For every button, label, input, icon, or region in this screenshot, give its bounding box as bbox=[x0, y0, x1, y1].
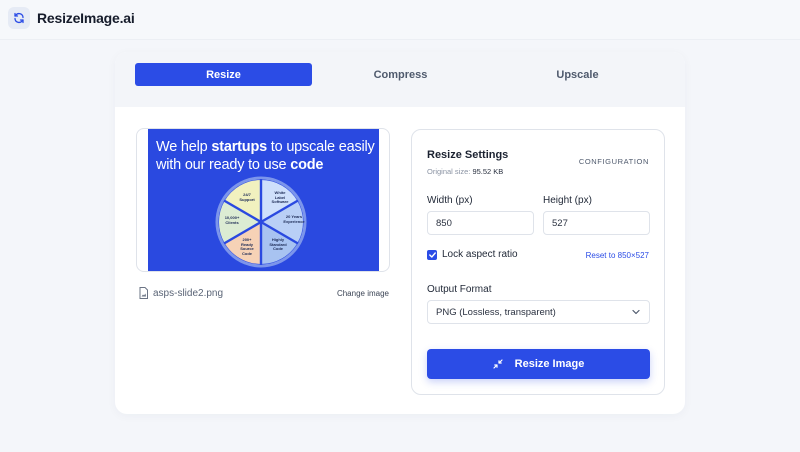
shrink-icon bbox=[493, 359, 503, 369]
width-input[interactable]: 850 bbox=[427, 211, 534, 235]
resize-image-label: Resize Image bbox=[514, 358, 585, 370]
chevron-down-icon bbox=[632, 309, 640, 315]
pie-label-support: 24/7 Support bbox=[239, 192, 255, 202]
refresh-icon[interactable] bbox=[8, 7, 30, 29]
tab-resize[interactable]: Resize bbox=[135, 63, 312, 86]
tab-upscale[interactable]: Upscale bbox=[489, 63, 666, 86]
preview-image: We help startups to upscale easily with … bbox=[148, 129, 379, 271]
slide-headline-line1: We help startups to upscale easily bbox=[156, 139, 375, 155]
app-header: ResizeImage.ai bbox=[0, 0, 800, 40]
resize-settings-panel: Resize Settings Original size: 95.52 KB … bbox=[411, 129, 665, 395]
height-label: Height (px) bbox=[543, 195, 592, 206]
pie-label-clients: 10,000+ Clients bbox=[224, 215, 240, 225]
image-preview: We help startups to upscale easily with … bbox=[136, 128, 390, 272]
width-label: Width (px) bbox=[427, 195, 473, 206]
tab-compress[interactable]: Compress bbox=[312, 63, 489, 86]
pie-label-white-label: White Label Software bbox=[271, 190, 289, 204]
lock-aspect-label[interactable]: Lock aspect ratio bbox=[442, 249, 518, 260]
file-info-row: asps-slide2.png Change image bbox=[137, 287, 389, 301]
change-image-link[interactable]: Change image bbox=[337, 289, 389, 298]
pie-label-source-code: 200+ Ready Source Code bbox=[240, 237, 254, 256]
original-size: Original size: 95.52 KB bbox=[427, 167, 504, 176]
pie-label-standard-code: Highly Standard Code bbox=[269, 237, 287, 251]
image-file-icon bbox=[139, 287, 148, 299]
checkmark-icon bbox=[428, 252, 436, 258]
height-input[interactable]: 527 bbox=[543, 211, 650, 235]
output-format-select[interactable]: PNG (Lossless, transparent) bbox=[427, 300, 650, 324]
reset-size-link[interactable]: Reset to 850×527 bbox=[586, 251, 649, 260]
settings-title: Resize Settings bbox=[427, 149, 509, 161]
output-format-label: Output Format bbox=[427, 284, 492, 295]
tool-card: Resize Compress Upscale We help startups… bbox=[115, 52, 685, 414]
app-logo-text[interactable]: ResizeImage.ai bbox=[37, 10, 135, 26]
resize-image-button[interactable]: Resize Image bbox=[427, 349, 650, 379]
output-format-value: PNG (Lossless, transparent) bbox=[436, 306, 556, 318]
file-name: asps-slide2.png bbox=[153, 288, 224, 299]
lock-aspect-checkbox[interactable] bbox=[427, 250, 437, 260]
slide-headline-line2: with our ready to use code bbox=[156, 157, 324, 173]
configuration-label: CONFIGURATION bbox=[578, 157, 649, 166]
pie-label-experience: 20 Years Experience bbox=[283, 214, 305, 224]
tab-bar: Resize Compress Upscale bbox=[115, 52, 685, 107]
